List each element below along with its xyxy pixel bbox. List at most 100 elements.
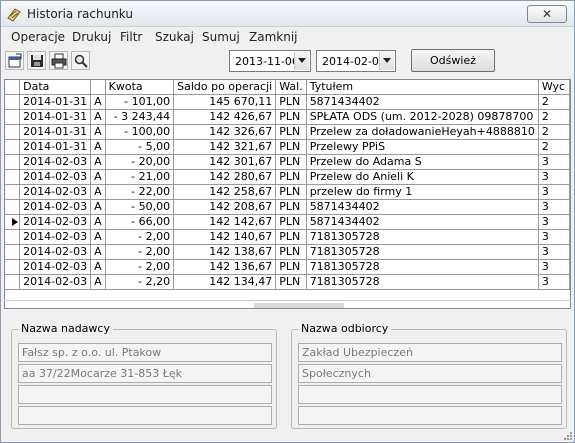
row-indicator[interactable] xyxy=(5,214,21,231)
sender-line-1[interactable]: Fałsz sp. z o.o. ul. Ptakow xyxy=(18,343,272,362)
row-indicator[interactable] xyxy=(5,139,21,156)
cell-statement[interactable]: 3 xyxy=(538,274,570,291)
cell-amount[interactable]: - 2,20 xyxy=(105,274,175,291)
receiver-line-1[interactable]: Zakład Ubezpieczeń xyxy=(298,343,562,362)
cell-title[interactable]: 5871434402 xyxy=(306,214,539,231)
cell-statement[interactable]: 2 xyxy=(538,94,570,111)
cell-currency[interactable]: PLN xyxy=(275,169,307,186)
cell-statement[interactable]: 3 xyxy=(538,229,570,246)
cell-balance[interactable]: 142 138,67 xyxy=(173,244,277,261)
cell-date[interactable]: 2014-01-31 xyxy=(19,124,92,141)
cell-amount[interactable]: - 2,00 xyxy=(105,244,175,261)
cell-title[interactable]: 5871434402 xyxy=(306,199,539,216)
receiver-line-4[interactable] xyxy=(298,406,562,425)
close-button[interactable]: ✕ xyxy=(527,5,567,23)
sender-line-2[interactable]: aa 37/22Mocarze 31-853 Łęk xyxy=(18,364,272,383)
cell-date[interactable]: 2014-01-31 xyxy=(19,109,92,126)
cell-date[interactable]: 2014-01-31 xyxy=(19,139,92,156)
cell-currency[interactable]: PLN xyxy=(275,244,307,261)
cell-balance[interactable]: 142 142,67 xyxy=(173,214,277,231)
cell-date[interactable]: 2014-02-03 xyxy=(19,274,92,291)
cell-currency[interactable]: PLN xyxy=(275,259,307,276)
cell-balance[interactable]: 142 326,67 xyxy=(173,124,277,141)
cell-flag[interactable]: A xyxy=(90,214,106,231)
cell-currency[interactable]: PLN xyxy=(275,124,307,141)
row-indicator[interactable] xyxy=(5,169,21,186)
cell-date[interactable]: 2014-02-03 xyxy=(19,214,92,231)
cell-balance[interactable]: 142 258,67 xyxy=(173,184,277,201)
cell-amount[interactable]: - 21,00 xyxy=(105,169,175,186)
menu-filtr[interactable]: Filtr xyxy=(120,30,142,44)
cell-date[interactable]: 2014-02-03 xyxy=(19,244,92,261)
cell-amount[interactable]: - 2,00 xyxy=(105,229,175,246)
menu-sumuj[interactable]: Sumuj xyxy=(202,30,240,44)
cell-flag[interactable]: A xyxy=(90,244,106,261)
cell-statement[interactable]: 3 xyxy=(538,244,570,261)
cell-balance[interactable]: 142 136,67 xyxy=(173,259,277,276)
cell-currency[interactable]: PLN xyxy=(275,94,307,111)
cell-title[interactable]: 5871434402 xyxy=(306,94,539,111)
cell-date[interactable]: 2014-02-03 xyxy=(19,259,92,276)
cell-currency[interactable]: PLN xyxy=(275,199,307,216)
table-row[interactable]: 2014-02-03 A - 22,00 142 258,67 PLN przelew d… xyxy=(5,184,570,201)
cell-title[interactable]: Przelew do Anieli K xyxy=(306,169,539,186)
cell-balance[interactable]: 142 321,67 xyxy=(173,139,277,156)
cell-statement[interactable]: 3 xyxy=(538,169,570,186)
chevron-down-icon[interactable] xyxy=(379,52,394,70)
cell-balance[interactable]: 142 134,47 xyxy=(173,274,277,291)
cell-date[interactable]: 2014-02-03 xyxy=(19,154,92,171)
cell-title[interactable]: SPŁATA ODS (um. 2012-2028) 09878700 xyxy=(306,109,539,126)
table-row[interactable]: 2014-01-31 A - 101,00 145 670,11 PLN 58714344… xyxy=(5,94,570,111)
resize-grip-icon[interactable] xyxy=(562,430,572,440)
row-indicator[interactable] xyxy=(5,259,21,276)
table-row[interactable]: 2014-02-03 A - 66,00 142 142,67 PLN 587143440… xyxy=(5,214,570,231)
date-from-select[interactable]: 2013-11-06 xyxy=(229,50,311,72)
search-button[interactable] xyxy=(71,51,90,70)
table-row[interactable]: 2014-02-03 A - 2,20 142 134,47 PLN 7181305728… xyxy=(5,274,570,291)
row-indicator[interactable] xyxy=(5,124,21,141)
cell-title[interactable]: Przelew za doładowanieHeyah+4888810 xyxy=(306,124,539,141)
cell-date[interactable]: 2014-02-03 xyxy=(19,199,92,216)
cell-title[interactable]: przelew do firmy 1 xyxy=(306,184,539,201)
menu-operacje[interactable]: Operacje xyxy=(11,30,65,44)
transactions-grid[interactable]: Data Kwota Saldo po operacji Wal. Tytułe… xyxy=(4,79,571,309)
cell-flag[interactable]: A xyxy=(90,259,106,276)
cell-amount[interactable]: - 5,00 xyxy=(105,139,175,156)
table-row[interactable]: 2014-02-03 A - 2,00 142 140,67 PLN 7181305728… xyxy=(5,229,570,246)
receiver-line-3[interactable] xyxy=(298,385,562,404)
column-header-amount[interactable]: Kwota xyxy=(105,80,175,96)
column-header-title[interactable]: Tytułem xyxy=(306,80,539,96)
cell-statement[interactable]: 3 xyxy=(538,184,570,201)
cell-currency[interactable]: PLN xyxy=(275,184,307,201)
column-header-balance[interactable]: Saldo po operacji xyxy=(173,80,277,96)
sender-line-4[interactable] xyxy=(18,406,272,425)
cell-title[interactable]: 7181305728 xyxy=(306,244,539,261)
cell-amount[interactable]: - 20,00 xyxy=(105,154,175,171)
menu-zamknij[interactable]: Zamknij xyxy=(249,30,298,44)
cell-currency[interactable]: PLN xyxy=(275,214,307,231)
cell-currency[interactable]: PLN xyxy=(275,154,307,171)
table-row[interactable]: 2014-01-31 A - 5,00 142 321,67 PLN Przelewy P… xyxy=(5,139,570,156)
cell-amount[interactable]: - 50,00 xyxy=(105,199,175,216)
cell-currency[interactable]: PLN xyxy=(275,109,307,126)
table-row[interactable]: 2014-02-03 A - 50,00 142 208,67 PLN 587143440… xyxy=(5,199,570,216)
date-to-select[interactable]: 2014-02-06 xyxy=(316,50,396,72)
table-row[interactable]: 2014-02-03 A - 20,00 142 301,67 PLN Przelew d… xyxy=(5,154,570,171)
row-indicator[interactable] xyxy=(5,184,21,201)
cell-statement[interactable]: 2 xyxy=(538,109,570,126)
cell-date[interactable]: 2014-02-03 xyxy=(19,184,92,201)
cell-statement[interactable]: 3 xyxy=(538,154,570,171)
save-button[interactable] xyxy=(27,51,46,70)
cell-flag[interactable]: A xyxy=(90,229,106,246)
cell-flag[interactable]: A xyxy=(90,274,106,291)
row-indicator[interactable] xyxy=(5,109,21,126)
cell-statement[interactable]: 3 xyxy=(538,199,570,216)
cell-currency[interactable]: PLN xyxy=(275,229,307,246)
cell-flag[interactable]: A xyxy=(90,169,106,186)
cell-date[interactable]: 2014-01-31 xyxy=(19,94,92,111)
cell-statement[interactable]: 3 xyxy=(538,214,570,231)
cell-date[interactable]: 2014-02-03 xyxy=(19,169,92,186)
column-header-statement[interactable]: Wyc xyxy=(538,80,570,96)
cell-flag[interactable]: A xyxy=(90,199,106,216)
menu-szukaj[interactable]: Szukaj xyxy=(155,30,194,44)
